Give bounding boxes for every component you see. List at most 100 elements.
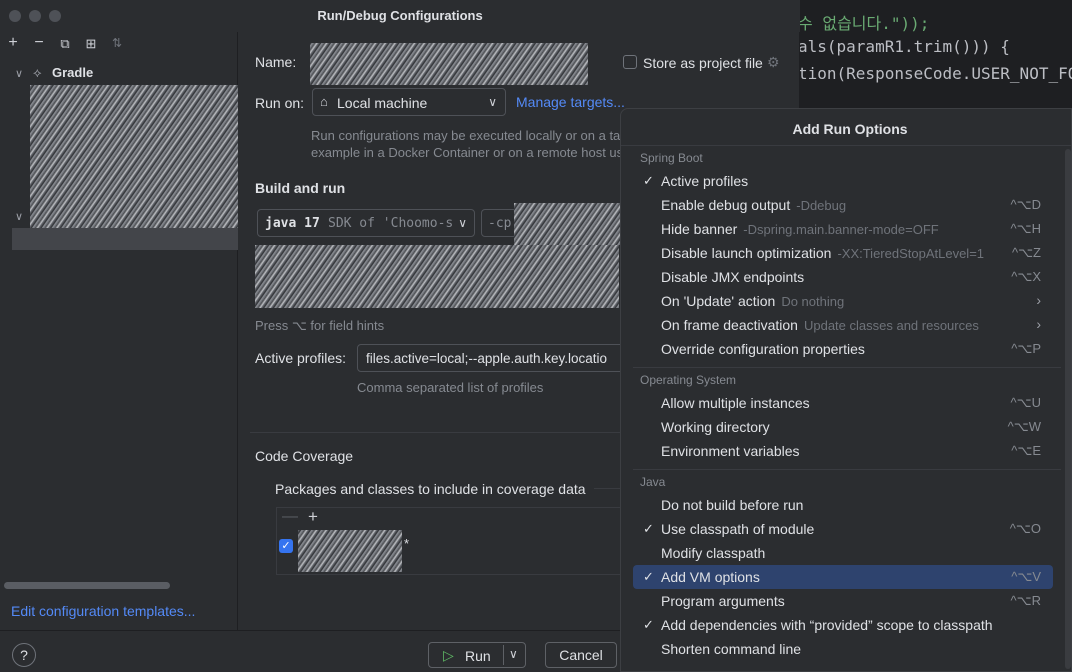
chevron-down-icon[interactable]: ∨	[509, 647, 518, 661]
active-profiles-input[interactable]: files.active=local;--apple.auth.key.loca…	[357, 344, 627, 372]
run-option-name: Allow multiple instances	[661, 395, 810, 411]
add-run-options-popup: Add Run Options Spring Boot ✓ Active profi…	[620, 108, 1072, 672]
run-option-label: Override configuration properties	[661, 341, 865, 357]
divider	[503, 645, 504, 665]
coverage-item-suffix: *	[404, 536, 410, 551]
check-icon: ✓	[643, 173, 654, 188]
check-icon: ✓	[643, 569, 654, 584]
horizontal-scrollbar[interactable]	[4, 582, 170, 589]
run-on-hint: Run configurations may be executed local…	[311, 128, 627, 160]
run-option-item[interactable]: Disable launch optimization -XX:TieredSto…	[633, 241, 1053, 265]
run-button[interactable]: ▷ Run ∨	[428, 642, 526, 668]
coverage-table: — + ✓ *	[276, 507, 626, 575]
run-option-label: Hide banner -Dspring.main.banner-mode=OFF	[661, 221, 939, 237]
shortcut-label: ^⌥P	[1011, 341, 1041, 356]
remove-icon[interactable]: −	[30, 34, 48, 52]
run-option-label: Allow multiple instances	[661, 395, 810, 411]
run-option-name: Add dependencies with “provided” scope t…	[661, 617, 993, 633]
copy-icon[interactable]: ⧉	[56, 36, 74, 52]
packages-label: Packages and classes to include in cover…	[275, 481, 586, 497]
code-coverage-heading: Code Coverage	[255, 448, 354, 464]
new-folder-icon[interactable]: ⊞	[82, 36, 100, 52]
run-option-name: Enable debug output	[661, 197, 791, 213]
selected-configuration[interactable]	[12, 228, 238, 250]
shortcut-label: ^⌥E	[1011, 443, 1041, 458]
run-option-item[interactable]: On frame deactivation Update classes and …	[633, 313, 1053, 337]
popup-title: Add Run Options	[792, 121, 908, 137]
build-and-run-heading: Build and run	[255, 180, 346, 196]
vertical-scrollbar[interactable]	[1065, 149, 1071, 669]
run-option-label: On 'Update' action Do nothing	[661, 293, 844, 309]
run-option-item[interactable]: ✓ Use classpath of module ^⌥O	[633, 517, 1053, 541]
run-option-label: Add VM options	[661, 569, 760, 585]
run-option-item[interactable]: ✓ Add dependencies with “provided” scope …	[633, 613, 1053, 637]
run-on-select[interactable]: ⌂ Local machine ∨	[312, 88, 506, 116]
run-option-label: Use classpath of module	[661, 521, 814, 537]
sort-icon[interactable]: ⇅	[108, 36, 126, 50]
vm-options-field[interactable]	[255, 245, 619, 308]
run-option-item[interactable]: Allow multiple instances ^⌥U	[633, 391, 1053, 415]
run-option-hint: -XX:TieredStopAtLevel=1	[837, 246, 985, 261]
code-editor: 수 없습니다.")); als(paramR1.trim())) { tion(…	[790, 0, 1072, 120]
run-option-label: Add dependencies with “provided” scope t…	[661, 617, 993, 633]
run-option-name: Working directory	[661, 419, 770, 435]
run-option-item[interactable]: Disable JMX endpoints ^⌥X	[633, 265, 1053, 289]
redacted-package	[298, 530, 402, 572]
jdk-select[interactable]: java 17 SDK of 'Choomo-s ∨	[257, 209, 475, 237]
run-option-item[interactable]: ✓ Active profiles	[633, 169, 1053, 193]
run-option-item[interactable]: Do not build before run	[633, 493, 1053, 517]
classpath-select[interactable]: -cp	[481, 209, 517, 237]
run-option-name: Environment variables	[661, 443, 800, 459]
remove-icon[interactable]: —	[282, 508, 298, 526]
help-button[interactable]: ?	[12, 643, 36, 667]
run-option-item[interactable]: Modify classpath	[633, 541, 1053, 565]
shortcut-label: ^⌥W	[1007, 419, 1041, 434]
run-option-item[interactable]: Hide banner -Dspring.main.banner-mode=OFF…	[633, 217, 1053, 241]
redacted-configurations	[30, 85, 238, 245]
run-option-item[interactable]: Program arguments ^⌥R	[633, 589, 1053, 613]
field-hint: Press ⌥ for field hints	[255, 318, 385, 333]
run-option-item[interactable]: On 'Update' action Do nothing ›	[633, 289, 1053, 313]
chevron-right-icon: ›	[1036, 316, 1041, 332]
cancel-button[interactable]: Cancel	[545, 642, 617, 668]
name-field[interactable]	[310, 43, 588, 85]
group-label: Spring Boot	[640, 151, 703, 165]
chevron-down-icon[interactable]: ∨	[15, 67, 23, 80]
run-option-label: Modify classpath	[661, 545, 765, 561]
shortcut-label: ^⌥H	[1010, 221, 1041, 236]
run-option-name: Active profiles	[661, 173, 749, 189]
profiles-hint: Comma separated list of profiles	[357, 380, 544, 395]
tree-item-gradle[interactable]: Gradle	[52, 65, 93, 80]
edit-templates-link[interactable]: Edit configuration templates...	[11, 603, 195, 619]
run-label: Run	[465, 648, 491, 664]
coverage-item-checkbox[interactable]: ✓	[279, 539, 293, 553]
cp-label: -cp	[488, 216, 512, 231]
check-icon: ✓	[643, 521, 654, 536]
add-icon[interactable]: +	[4, 34, 22, 52]
manage-targets-link[interactable]: Manage targets...	[516, 94, 625, 110]
run-option-name: Do not build before run	[661, 497, 804, 513]
run-option-item[interactable]: Working directory ^⌥W	[633, 415, 1053, 439]
run-option-name: On 'Update' action	[661, 293, 776, 309]
run-option-name: Disable JMX endpoints	[661, 269, 805, 285]
run-option-item[interactable]: Override configuration properties ^⌥P	[633, 337, 1053, 361]
jdk-sdk: SDK of 'Choomo-s	[328, 216, 454, 231]
run-option-item[interactable]: Enable debug output -Ddebug ^⌥D	[633, 193, 1053, 217]
run-option-name: Program arguments	[661, 593, 785, 609]
run-on-label: Run on:	[255, 95, 305, 111]
run-option-item[interactable]: Environment variables ^⌥E	[633, 439, 1053, 463]
group-label: Operating System	[640, 373, 737, 387]
gear-icon[interactable]: ⚙	[767, 54, 780, 71]
run-option-item[interactable]: ✓ Add VM options ^⌥V	[633, 565, 1053, 589]
run-option-label: Working directory	[661, 419, 770, 435]
run-option-item[interactable]: Shorten command line	[633, 637, 1053, 661]
divider	[250, 432, 626, 433]
chevron-down-icon[interactable]: ∨	[15, 210, 23, 223]
divider	[621, 145, 1071, 146]
shortcut-label: ^⌥R	[1010, 593, 1041, 608]
add-icon[interactable]: +	[308, 507, 318, 527]
name-label: Name:	[255, 54, 297, 70]
active-profiles-label: Active profiles:	[255, 350, 347, 366]
store-project-checkbox[interactable]	[623, 55, 637, 69]
run-option-name: Shorten command line	[661, 641, 802, 657]
